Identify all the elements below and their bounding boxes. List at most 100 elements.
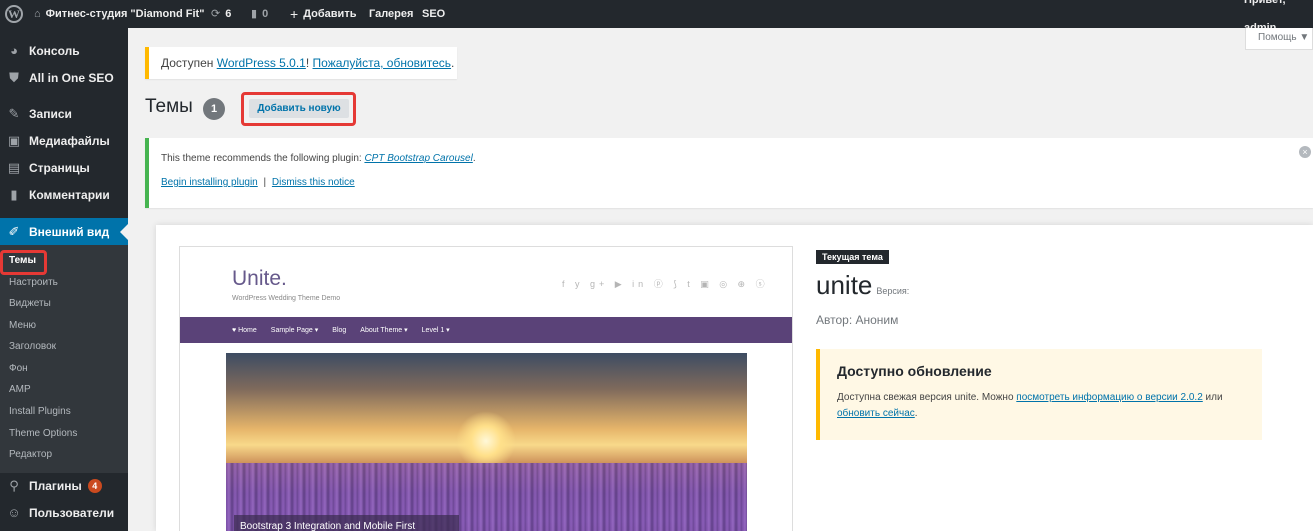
sidebar-item-label: Записи — [29, 106, 72, 121]
view-version-details-link[interactable]: посмотреть информацию о версии 2.0.2 — [1016, 392, 1202, 403]
sidebar-item-appearance[interactable]: ✐ Внешний вид — [0, 218, 128, 245]
sidebar-item-media[interactable]: ▣ Медиафайлы — [0, 127, 128, 154]
update-text-prefix: Доступна свежая версия unite. Можно — [837, 392, 1017, 403]
wordpress-update-notice: Доступен WordPress 5.0.1! Пожалуйста, об… — [145, 47, 457, 79]
updates-link[interactable]: ⟳ 6 — [211, 0, 231, 28]
theme-preview-hero-image: Bootstrap 3 Integration and Mobile First — [226, 353, 747, 531]
home-icon: ⌂ — [34, 8, 41, 20]
sidebar-item-label: Страницы — [29, 160, 90, 175]
close-icon[interactable]: × — [1299, 146, 1311, 158]
plugin-notice-line: This theme recommends the following plug… — [161, 153, 476, 164]
site-name-link[interactable]: ⌂ Фитнес-студия "Diamond Fit" — [34, 0, 204, 28]
sidebar-item-plugins[interactable]: ⚲ Плагины 4 — [0, 472, 128, 499]
social-icons: f y g+ ▶ in ⓟ ⟆ t ▣ ◎ ⊕ ⓢ — [562, 279, 769, 289]
dismiss-notice-link[interactable]: Dismiss this notice — [272, 177, 355, 188]
theme-name-text: unite — [816, 270, 873, 300]
brush-icon: ✐ — [8, 223, 20, 239]
sidebar-item-pages[interactable]: ▤ Страницы — [0, 154, 128, 181]
sidebar-item-label: Комментарии — [29, 187, 110, 202]
submenu-background[interactable]: Фон — [9, 361, 28, 377]
submenu-menus[interactable]: Меню — [9, 318, 36, 334]
plugin-notice-text: This theme recommends the following plug… — [161, 153, 365, 164]
theme-screenshot: Unite. WordPress Wedding Theme Demo f y … — [179, 246, 793, 531]
shield-icon: ⛊ — [9, 69, 19, 85]
seo-link[interactable]: SEO — [422, 0, 445, 28]
plugin-notice-actions: Begin installing plugin | Dismiss this n… — [161, 177, 1313, 188]
page-icon: ▤ — [7, 159, 21, 175]
sidebar-item-label: Внешний вид — [29, 224, 110, 239]
theme-preview-tagline: WordPress Wedding Theme Demo — [232, 295, 341, 302]
update-notice-sep: ! — [305, 56, 313, 70]
sidebar-item-label: Плагины — [29, 478, 82, 493]
sidebar-item-posts[interactable]: ✎ Записи — [0, 100, 128, 127]
dashboard-icon: ◕ — [10, 43, 18, 58]
help-tab-button[interactable]: Помощь ▼ — [1245, 28, 1313, 50]
begin-installing-plugin-link[interactable]: Begin installing plugin — [161, 177, 258, 188]
comments-link[interactable]: ▮ 0 — [251, 0, 268, 28]
gallery-link[interactable]: Галерея — [369, 0, 413, 28]
preview-nav-item: About Theme ▾ — [360, 327, 408, 334]
pin-icon: ✎ — [8, 105, 20, 121]
media-icon: ▣ — [7, 132, 21, 148]
wordpress-version-link[interactable]: WordPress 5.0.1 — [217, 56, 306, 70]
sidebar-item-label: Пользователи — [29, 505, 115, 520]
theme-count-badge: 1 — [203, 98, 225, 120]
preview-nav-item: Level 1 ▾ — [421, 327, 450, 334]
update-now-link[interactable]: обновить сейчас — [837, 408, 915, 419]
sidebar-item-aioseo[interactable]: ⛊ All in One SEO — [0, 64, 128, 91]
submenu-install-plugins[interactable]: Install Plugins — [9, 404, 71, 420]
divider: | — [263, 177, 267, 188]
update-notice-text: Доступен — [161, 56, 217, 70]
theme-name: unite Версия: — [816, 270, 1266, 301]
sidebar-item-comments[interactable]: ▮ Комментарии — [0, 181, 128, 208]
plugins-update-badge: 4 — [87, 478, 102, 493]
users-icon: ☺ — [7, 505, 21, 520]
update-text-suffix: . — [914, 408, 918, 419]
preview-nav-item: Sample Page ▾ — [270, 327, 319, 334]
plugin-recommendation-notice: This theme recommends the following plug… — [145, 138, 1313, 208]
submenu-header[interactable]: Заголовок — [9, 339, 56, 355]
comment-icon: ▮ — [10, 186, 18, 202]
site-name: Фитнес-студия "Diamond Fit" — [45, 8, 205, 20]
sidebar-item-label: Консоль — [29, 43, 80, 58]
theme-author: Автор: Аноним — [816, 313, 899, 327]
gallery-label: Галерея — [369, 8, 414, 20]
add-new-menu[interactable]: + Добавить — [290, 0, 356, 28]
updates-count: 6 — [225, 8, 232, 20]
plus-icon: + — [290, 6, 299, 22]
plugin-icon: ⚲ — [9, 477, 19, 493]
comment-icon: ▮ — [251, 8, 258, 20]
submenu-editor[interactable]: Редактор — [9, 447, 52, 463]
sidebar-item-label: Медиафайлы — [29, 133, 110, 148]
admin-bar: W ⌂ Фитнес-студия "Diamond Fit" ⟳ 6 ▮ 0 … — [0, 0, 1313, 34]
add-label: Добавить — [303, 8, 357, 20]
theme-info: Текущая тема unite Версия: Автор: Аноним … — [816, 248, 1266, 440]
submenu-widgets[interactable]: Виджеты — [9, 296, 51, 312]
sidebar-item-label: All in One SEO — [29, 70, 114, 85]
update-text-mid: или — [1202, 392, 1223, 403]
update-title: Доступно обновление — [837, 363, 992, 379]
update-text: Доступна свежая версия unite. Можно посм… — [837, 390, 1247, 422]
sidebar-item-dashboard[interactable]: ◕ Консоль — [0, 37, 128, 64]
hero-caption: Bootstrap 3 Integration and Mobile First — [234, 515, 459, 531]
themes-highlight-box — [0, 250, 47, 275]
preview-nav-item: Blog — [332, 326, 347, 334]
sidebar-item-users[interactable]: ☺ Пользователи — [0, 499, 128, 526]
preview-nav-item: ♥ Home — [232, 326, 257, 334]
theme-preview-nav: ♥ Home Sample Page ▾ Blog About Theme ▾ … — [180, 317, 792, 343]
comments-count: 0 — [262, 8, 269, 20]
account-menu[interactable]: Привет, admin — [1244, 0, 1313, 34]
wordpress-logo-icon[interactable]: W — [5, 0, 23, 28]
admin-sidebar: ◕ Консоль ⛊ All in One SEO ✎ Записи ▣ Медиаф… — [0, 28, 128, 531]
theme-preview-logo: Unite. — [232, 267, 287, 290]
please-update-link[interactable]: Пожалуйста, обновитесь — [313, 56, 452, 70]
refresh-icon: ⟳ — [211, 8, 221, 20]
theme-details-panel: Unite. WordPress Wedding Theme Demo f y … — [156, 225, 1313, 531]
cpt-bootstrap-carousel-link[interactable]: CPT Bootstrap Carousel — [364, 153, 472, 164]
appearance-submenu: Темы Настроить Виджеты Меню Заголовок Фо… — [0, 245, 128, 473]
add-new-highlight-box — [241, 92, 356, 126]
submenu-customize[interactable]: Настроить — [9, 275, 58, 291]
update-notice-suffix: . — [451, 56, 455, 70]
submenu-amp[interactable]: AMP — [9, 382, 31, 398]
submenu-theme-options[interactable]: Theme Options — [9, 426, 77, 442]
